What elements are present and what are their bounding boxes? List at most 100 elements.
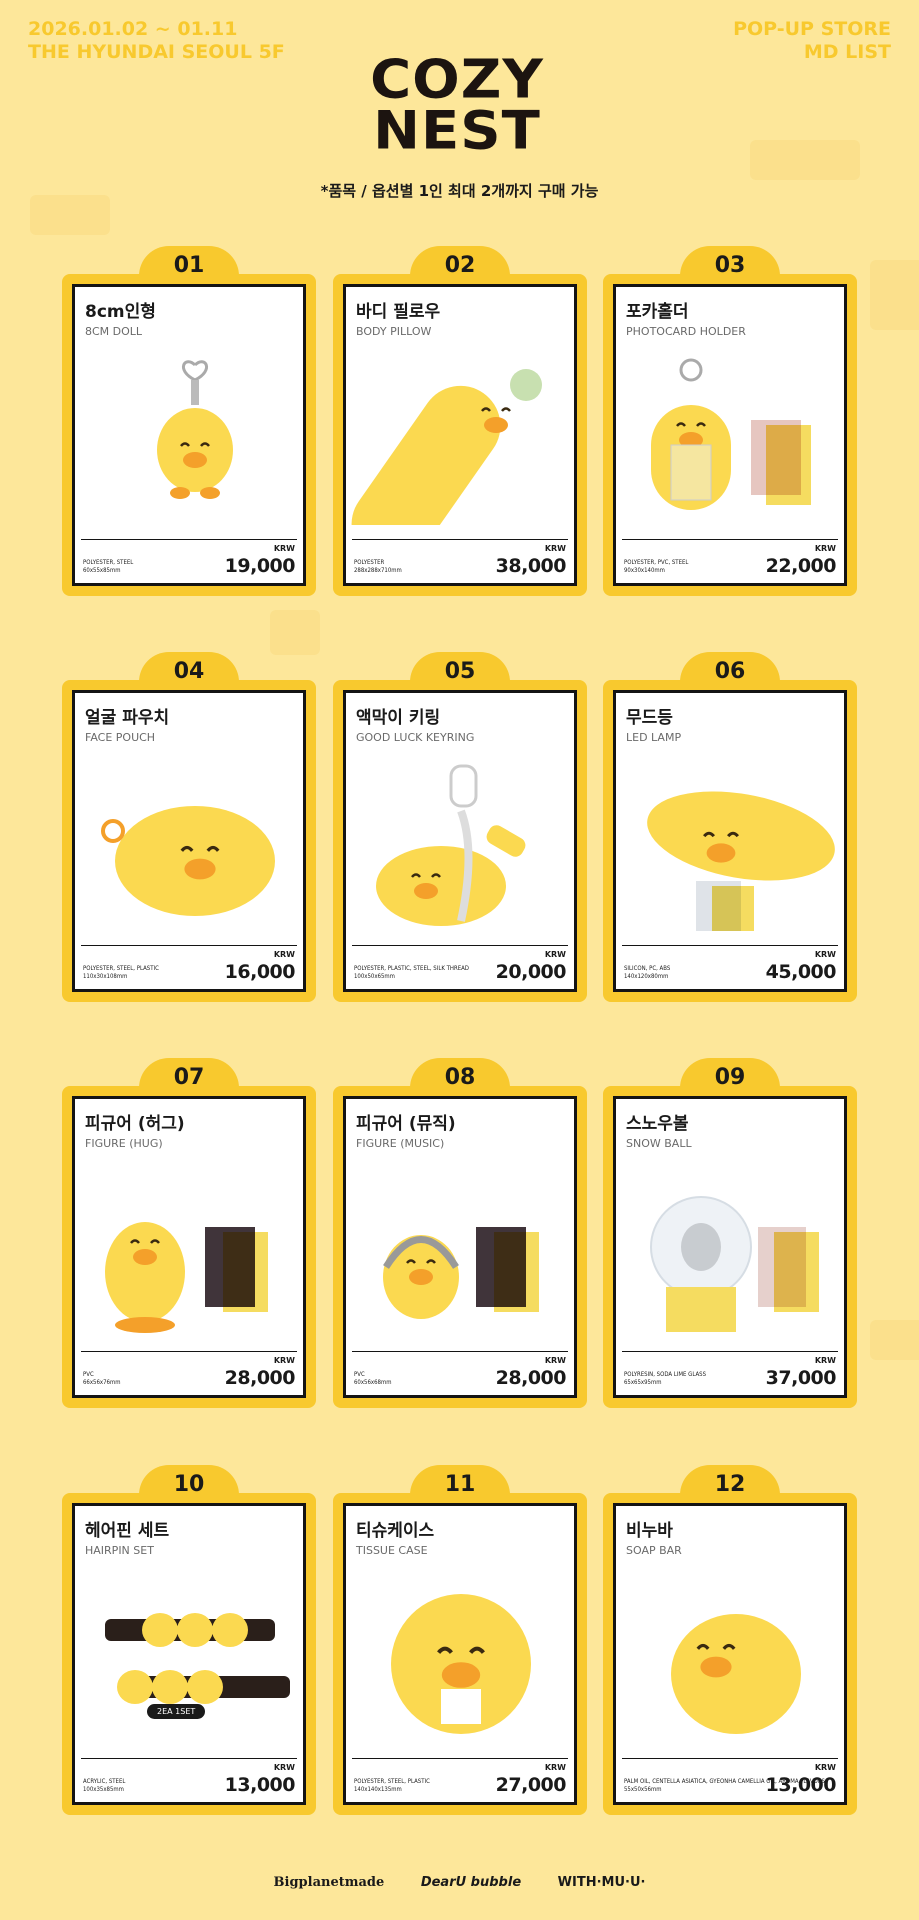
product-name-eng: SOAP BAR (626, 1544, 682, 1557)
product-price: 37,000 (765, 1367, 837, 1389)
material-info: PVC 60x56x68mm (354, 1371, 392, 1387)
product-name-kor: 비누바 (626, 1521, 673, 1541)
material-text: POLYESTER, STEEL, PLASTIC (83, 965, 159, 972)
card-footer: PVC 60x56x68mm KRW 28,000 (352, 1351, 568, 1391)
card-body: 바디 필로우 BODY PILLOW POLYESTER 288x288x710… (343, 284, 577, 586)
card-footer: ACRYLIC, STEEL 100x35x85mm KRW 13,000 (81, 1758, 297, 1798)
material-info: ACRYLIC, STEEL 100x35x85mm (83, 1778, 125, 1794)
size-text: 90x30x140mm (624, 567, 665, 574)
product-name-eng: LED LAMP (626, 731, 682, 744)
material-text: POLYESTER, PVC, STEEL (624, 559, 689, 566)
product-card: 03 포카홀더 PHOTOCARD HOLDER POLYESTER, PVC,… (603, 246, 857, 596)
card-body: 피규어 (허그) FIGURE (HUG) PVC 66x56x76mm KRW… (72, 1096, 306, 1398)
product-number: 01 (139, 246, 239, 286)
product-name-kor: 바디 필로우 (356, 302, 441, 322)
product-illustration (351, 369, 542, 525)
brand-dearu-bubble: DearU bubble (420, 1875, 522, 1890)
product-price: 13,000 (224, 1774, 296, 1796)
product-name-kor: 무드등 (626, 708, 673, 728)
card-body: 티슈케이스 TISSUE CASE POLYESTER, STEEL, PLAS… (343, 1503, 577, 1805)
product-illustration (651, 358, 811, 510)
store-info: POP-UP STORE MD LIST (733, 18, 891, 64)
material-text: SILICON, PC, ABS (624, 965, 671, 972)
card-body: 비누바 SOAP BAR PALM OIL, CENTELLA ASIATICA… (613, 1503, 847, 1805)
size-text: 66x56x76mm (83, 1379, 121, 1386)
product-price: 22,000 (765, 555, 837, 577)
currency-label: KRW (544, 1763, 566, 1772)
product-price: 13,000 (765, 1774, 837, 1796)
product-card: 07 피규어 (허그) FIGURE (HUG) PVC 66x56x76mm … (62, 1058, 316, 1408)
material-text: POLYESTER (354, 559, 385, 566)
product-number: 11 (410, 1465, 510, 1505)
material-text: PVC (83, 1371, 94, 1378)
size-text: 100x50x65mm (354, 973, 395, 980)
card-footer: POLYRESIN, SODA LIME GLASS 65x65x95mm KR… (622, 1351, 838, 1391)
product-price: 45,000 (765, 961, 837, 983)
product-number: 04 (139, 652, 239, 692)
product-number: 03 (680, 246, 780, 286)
currency-label: KRW (544, 1356, 566, 1365)
product-name-eng: 8CM DOLL (85, 325, 143, 338)
product-price: 27,000 (495, 1774, 567, 1796)
product-illustration (376, 764, 526, 926)
material-text: POLYESTER, STEEL (83, 559, 134, 566)
card-footer: PALM OIL, CENTELLA ASIATICA, GYEONHA CAM… (622, 1758, 838, 1798)
card-body: 얼굴 파우치 FACE POUCH POLYESTER, STEEL, PLAS… (72, 690, 306, 992)
material-info: POLYRESIN, SODA LIME GLASS 65x65x95mm (624, 1371, 706, 1387)
logo-line-2: NEST (373, 100, 541, 163)
currency-label: KRW (544, 544, 566, 553)
product-illustration (157, 360, 233, 499)
product-name-eng: FACE POUCH (85, 731, 156, 744)
product-number: 08 (410, 1058, 510, 1098)
event-info: 2026.01.02 ~ 01.11 THE HYUNDAI SEOUL 5F (28, 18, 285, 64)
material-text: POLYESTER, STEEL, PLASTIC (354, 1778, 430, 1785)
size-text: 60x55x85mm (83, 567, 121, 574)
product-card: 04 얼굴 파우치 FACE POUCH POLYESTER, STEEL, P… (62, 652, 316, 1002)
brand-bigplanetmade: Bigplanetmade (273, 1875, 385, 1890)
size-text: 100x35x85mm (83, 1786, 124, 1793)
purchase-notice: *품목 / 옵션별 1인 최대 2개까지 구매 가능 (320, 182, 599, 200)
product-card: 12 비누바 SOAP BAR PALM OIL, CENTELLA ASIAT… (603, 1465, 857, 1815)
card-body: 무드등 LED LAMP SILICON, PC, ABS 140x120x80… (613, 690, 847, 992)
set-badge: 2EA 1SET (147, 1704, 206, 1719)
size-text: 65x65x95mm (624, 1379, 662, 1386)
brand-withmuu: WITH·MU·U· (557, 1875, 646, 1890)
product-card: 10 헤어핀 세트 HAIRPIN SET 2EA 1SET ACRYLIC, … (62, 1465, 316, 1815)
material-info: POLYESTER 288x288x710mm (354, 559, 402, 575)
product-name-eng: PHOTOCARD HOLDER (626, 325, 746, 338)
event-date: 2026.01.02 ~ 01.11 (28, 18, 238, 40)
product-card: 02 바디 필로우 BODY PILLOW POLYESTER 288x288x… (333, 246, 587, 596)
product-illustration (647, 791, 835, 931)
material-text: POLYRESIN, SODA LIME GLASS (624, 1371, 707, 1378)
product-illustration (650, 1196, 819, 1332)
store-label: POP-UP STORE (733, 18, 891, 40)
product-card: 08 피규어 (뮤직) FIGURE (MUSIC) PVC 60x56x68m… (333, 1058, 587, 1408)
card-footer: POLYESTER, PLASTIC, STEEL, SILK THREAD 1… (352, 945, 568, 985)
product-number: 12 (680, 1465, 780, 1505)
product-name-eng: FIGURE (MUSIC) (356, 1137, 445, 1150)
product-name-kor: 스노우볼 (626, 1114, 689, 1134)
product-price: 19,000 (224, 555, 296, 577)
card-body: 헤어핀 세트 HAIRPIN SET 2EA 1SET ACRYLIC, STE… (72, 1503, 306, 1805)
currency-label: KRW (273, 950, 295, 959)
size-text: 140x140x135mm (354, 1786, 402, 1793)
product-illustration (383, 1227, 539, 1319)
product-price: 16,000 (224, 961, 296, 983)
card-footer: SILICON, PC, ABS 140x120x80mm KRW 45,000 (622, 945, 838, 985)
product-number: 09 (680, 1058, 780, 1098)
card-footer: POLYESTER, STEEL, PLASTIC 140x140x135mm … (352, 1758, 568, 1798)
material-info: POLYESTER, PVC, STEEL 90x30x140mm (624, 559, 688, 575)
currency-label: KRW (814, 1356, 836, 1365)
currency-label: KRW (273, 1763, 295, 1772)
size-text: 140x120x80mm (624, 973, 669, 980)
product-number: 05 (410, 652, 510, 692)
product-name-eng: HAIRPIN SET (85, 1544, 154, 1557)
product-name-kor: 피규어 (허그) (85, 1114, 185, 1134)
product-card: 01 8cm인형 8CM DOLL POLYESTER, STEEL 60x55… (62, 246, 316, 596)
product-card: 09 스노우볼 SNOW BALL POLYRESIN, SODA LIME G… (603, 1058, 857, 1408)
material-info: POLYESTER, STEEL, PLASTIC 110x30x108mm (83, 965, 159, 981)
product-name-eng: TISSUE CASE (356, 1544, 428, 1557)
product-name-kor: 포카홀더 (626, 302, 689, 322)
product-name-kor: 8cm인형 (85, 302, 156, 322)
product-name-eng: GOOD LUCK KEYRING (356, 731, 475, 744)
